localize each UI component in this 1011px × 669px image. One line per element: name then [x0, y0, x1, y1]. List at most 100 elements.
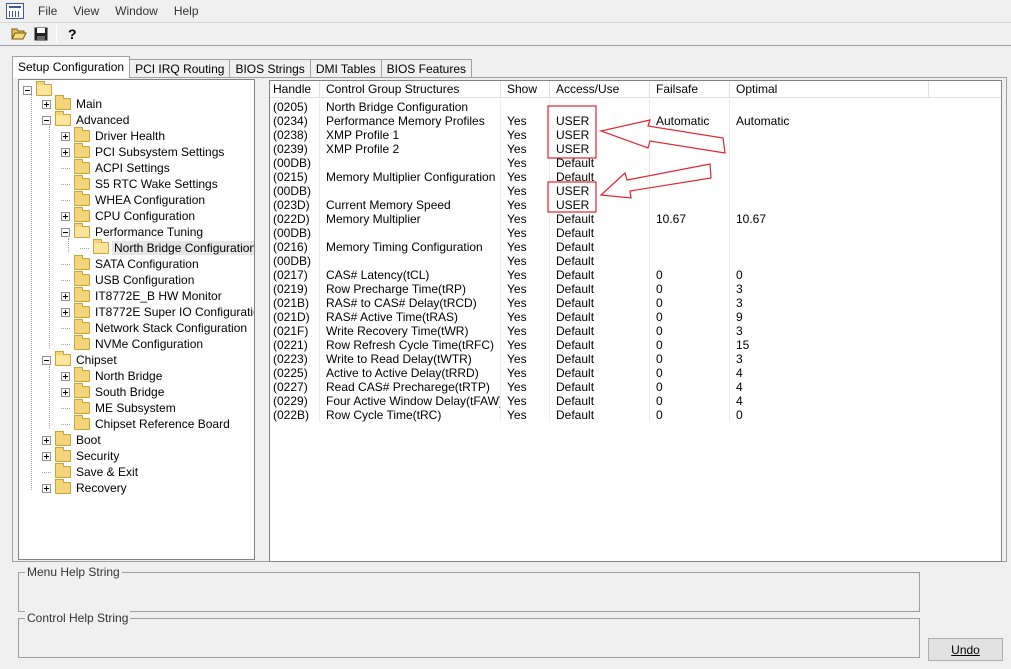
- cell-failsafe: 0: [650, 366, 730, 380]
- column-header-access[interactable]: Access/Use: [550, 81, 650, 98]
- cell-access: USER: [550, 142, 650, 156]
- column-header-handle[interactable]: Handle: [270, 81, 320, 98]
- tree-item-advanced[interactable]: Advanced: [42, 111, 131, 128]
- cell-failsafe: 0: [650, 268, 730, 282]
- table-row[interactable]: (0239) XMP Profile 2 Yes USER: [270, 142, 929, 156]
- expand-icon[interactable]: [61, 387, 70, 397]
- table-row[interactable]: (021B) RAS# to CAS# Delay(tRCD) Yes Default…: [270, 296, 929, 310]
- folder-icon: [74, 159, 90, 174]
- cell-show: Yes: [501, 338, 550, 352]
- cell-structure: RAS# Active Time(tRAS): [320, 310, 501, 324]
- menu-window[interactable]: Window: [107, 0, 166, 22]
- expand-icon[interactable]: [42, 451, 51, 461]
- table-row[interactable]: (021D) RAS# Active Time(tRAS) Yes Default 0 9: [270, 310, 929, 324]
- cell-failsafe: 0: [650, 338, 730, 352]
- table-row[interactable]: (00DB) Yes USER: [270, 184, 929, 198]
- tree-item-super-io[interactable]: IT8772E Super IO Configuration: [61, 303, 254, 320]
- tree-item-acpi[interactable]: ACPI Settings: [61, 159, 172, 176]
- table-row[interactable]: (0205) North Bridge Configuration: [270, 100, 929, 114]
- cell-optimal: [730, 156, 929, 170]
- tree-item-main[interactable]: Main: [42, 95, 104, 112]
- table-row[interactable]: (022B) Row Cycle Time(tRC) Yes Default 0 0: [270, 408, 929, 422]
- tree-item-hw-monitor[interactable]: IT8772E_B HW Monitor: [61, 287, 224, 304]
- tree-item-recovery[interactable]: Recovery: [42, 479, 129, 496]
- table-row[interactable]: (0219) Row Precharge Time(tRP) Yes Default 0…: [270, 282, 929, 296]
- folder-open-icon[interactable]: [8, 24, 30, 44]
- cell-show: Yes: [501, 380, 550, 394]
- expand-icon[interactable]: [42, 99, 51, 109]
- cell-optimal: 4: [736, 366, 743, 380]
- table-row[interactable]: (0217) CAS# Latency(tCL) Yes Default 0 0: [270, 268, 929, 282]
- table-row[interactable]: (0238) XMP Profile 1 Yes USER: [270, 128, 929, 142]
- table-row[interactable]: (00DB) Yes Default: [270, 156, 929, 170]
- tree-item-north-bridge-configuration[interactable]: North Bridge Configuration: [80, 239, 254, 256]
- tree-item-usb[interactable]: USB Configuration: [61, 271, 196, 288]
- expand-icon[interactable]: [61, 147, 70, 157]
- cell-handle: (021B): [270, 296, 320, 310]
- table-row[interactable]: (021F) Write Recovery Time(tWR) Yes Default…: [270, 324, 929, 338]
- tree-item-pci-subsystem[interactable]: PCI Subsystem Settings: [61, 143, 226, 160]
- tree-item-boot[interactable]: Boot: [42, 431, 103, 448]
- expand-icon[interactable]: [61, 131, 70, 141]
- collapse-icon[interactable]: [61, 227, 70, 237]
- tree-item-me-subsystem[interactable]: ME Subsystem: [61, 399, 178, 416]
- tab-dmi-tables[interactable]: DMI Tables: [309, 59, 382, 78]
- tree-item-whea[interactable]: WHEA Configuration: [61, 191, 207, 208]
- table-row[interactable]: (00DB) Yes Default: [270, 254, 929, 268]
- question-mark-icon[interactable]: ?: [61, 24, 83, 44]
- table-row[interactable]: (022D) Memory Multiplier Yes Default 10.67 10…: [270, 212, 929, 226]
- collapse-icon[interactable]: [23, 85, 32, 95]
- tree-item-save-exit[interactable]: Save & Exit: [42, 463, 140, 480]
- expand-icon[interactable]: [42, 435, 51, 445]
- table-row[interactable]: (0215) Memory Multiplier Configuration Yes…: [270, 170, 929, 184]
- tree-item-sata[interactable]: SATA Configuration: [61, 255, 201, 272]
- table-row[interactable]: (0216) Memory Timing Configuration Yes Defa…: [270, 240, 929, 254]
- tree-item-nvme[interactable]: NVMe Configuration: [61, 335, 205, 352]
- menu-help[interactable]: Help: [166, 0, 207, 22]
- tree-item-network-stack[interactable]: Network Stack Configuration: [61, 319, 249, 336]
- column-header-show[interactable]: Show: [501, 81, 550, 98]
- column-header-optimal[interactable]: Optimal: [730, 81, 929, 98]
- control-grid[interactable]: Handle Control Group Structures Show Acc…: [269, 80, 1002, 562]
- tree-item-cpu[interactable]: CPU Configuration: [61, 207, 197, 224]
- folder-icon: [55, 479, 71, 494]
- cell-handle: (0221): [270, 338, 320, 352]
- tab-bios-strings[interactable]: BIOS Strings: [229, 59, 311, 78]
- tab-bios-features[interactable]: BIOS Features: [380, 59, 472, 78]
- tab-pci-irq-routing[interactable]: PCI IRQ Routing: [129, 59, 231, 78]
- table-row[interactable]: (0221) Row Refresh Cycle Time(tRFC) Yes Def…: [270, 338, 929, 352]
- tree-item-security[interactable]: Security: [42, 447, 121, 464]
- expand-icon[interactable]: [61, 211, 70, 221]
- table-row[interactable]: (00DB) Yes Default: [270, 226, 929, 240]
- menu-view[interactable]: View: [65, 0, 107, 22]
- expand-icon[interactable]: [61, 291, 70, 301]
- column-header-failsafe[interactable]: Failsafe: [650, 81, 730, 98]
- collapse-icon[interactable]: [42, 355, 51, 365]
- table-row[interactable]: (0234) Performance Memory Profiles Yes USER…: [270, 114, 929, 128]
- tab-setup-configuration[interactable]: Setup Configuration: [12, 56, 131, 78]
- collapse-icon[interactable]: [42, 115, 51, 125]
- undo-button[interactable]: Undo: [928, 638, 1003, 661]
- table-row[interactable]: (0225) Active to Active Delay(tRRD) Yes Def…: [270, 366, 929, 380]
- setup-tree[interactable]: Main Advanced Driver Health PCI Subsyste…: [18, 79, 255, 560]
- table-row[interactable]: (0229) Four Active Window Delay(tFAW) Yes D…: [270, 394, 929, 408]
- menu-file[interactable]: File: [30, 0, 65, 22]
- tree-item-s5-rtc[interactable]: S5 RTC Wake Settings: [61, 175, 220, 192]
- cell-access: USER: [550, 128, 650, 142]
- tree-item-performance-tuning[interactable]: Performance Tuning: [61, 223, 205, 240]
- expand-icon[interactable]: [61, 307, 70, 317]
- table-row[interactable]: (0227) Read CAS# Precharege(tRTP) Yes Defau…: [270, 380, 929, 394]
- tree-item-driver-health[interactable]: Driver Health: [61, 127, 167, 144]
- tree-item-south-bridge[interactable]: South Bridge: [61, 383, 166, 400]
- expand-icon[interactable]: [61, 371, 70, 381]
- expand-icon[interactable]: [42, 483, 51, 493]
- table-row[interactable]: (023D) Current Memory Speed Yes USER: [270, 198, 929, 212]
- cell-structure: Performance Memory Profiles: [320, 114, 501, 128]
- tree-item-chipset[interactable]: Chipset: [42, 351, 119, 368]
- column-header-structures[interactable]: Control Group Structures: [320, 81, 501, 98]
- tree-item-north-bridge[interactable]: North Bridge: [61, 367, 164, 384]
- table-row[interactable]: (0223) Write to Read Delay(tWTR) Yes Defaul…: [270, 352, 929, 366]
- cell-handle: (00DB): [270, 254, 320, 268]
- floppy-disk-icon[interactable]: [30, 24, 52, 44]
- tree-item-chipset-reference-board[interactable]: Chipset Reference Board: [61, 415, 232, 432]
